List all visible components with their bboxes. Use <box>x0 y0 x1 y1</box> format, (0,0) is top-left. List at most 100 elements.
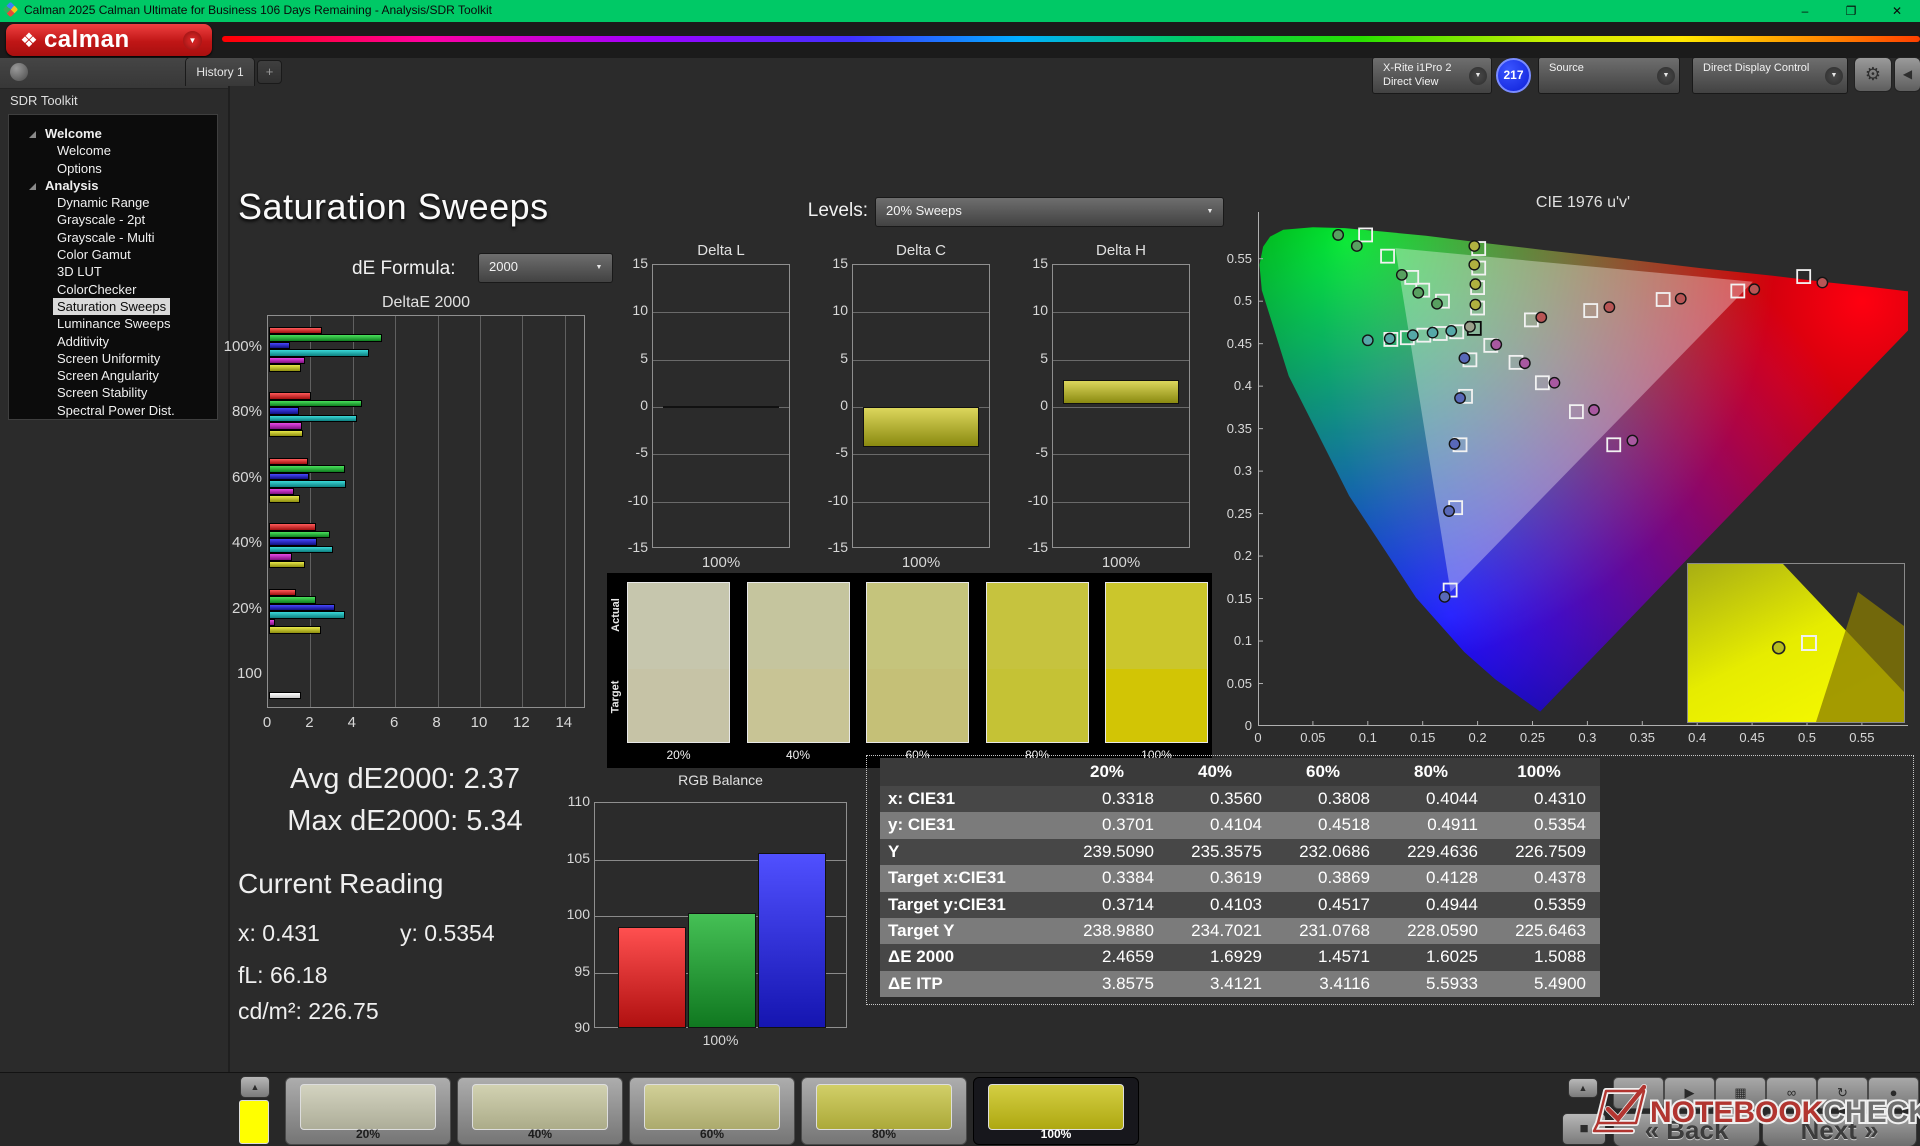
sidebar-item-spectral-power-dist-[interactable]: Spectral Power Dist. <box>9 402 217 419</box>
bar-green-60% <box>269 465 346 473</box>
sidebar-item-welcome[interactable]: Welcome <box>9 142 217 159</box>
sidebar-item-grayscale-multi[interactable]: Grayscale - Multi <box>9 229 217 246</box>
sidebar-item-label: Welcome <box>57 143 111 159</box>
bar-blue-40% <box>269 538 317 546</box>
x-label: 100% <box>901 554 941 571</box>
sidebar-item-welcome[interactable]: Welcome <box>9 125 217 142</box>
sidebar-item-analysis[interactable]: Analysis <box>9 177 217 194</box>
sidebar-item-luminance-sweeps[interactable]: Luminance Sweeps <box>9 315 217 332</box>
cell-value: 1.6929 <box>1210 947 1262 967</box>
chevron-down-icon[interactable]: ▼ <box>183 31 202 50</box>
cie-x-tick: 0.2 <box>1468 730 1487 745</box>
sidebar-item-label: Screen Angularity <box>57 368 159 384</box>
pattern-button-80%[interactable]: 80% <box>801 1077 967 1145</box>
bar-yellow-60% <box>269 495 300 503</box>
sidebar-item-label: Dynamic Range <box>57 195 150 211</box>
add-tab-button[interactable]: + <box>257 60 282 84</box>
maximize-button[interactable]: ❐ <box>1828 0 1874 22</box>
chevron-down-icon: ▼ <box>1825 66 1843 85</box>
levels-dropdown[interactable]: 20% Sweeps ▼ <box>875 197 1224 227</box>
chevron-down-icon: ▼ <box>1657 66 1675 85</box>
sidebar-item-label: Screen Stability <box>57 385 148 401</box>
sidebar-item-grayscale-2pt[interactable]: Grayscale - 2pt <box>9 211 217 228</box>
bar-blue-80% <box>269 407 299 415</box>
pattern-swatch <box>988 1084 1124 1130</box>
source-dropdown[interactable]: Source ▼ <box>1538 57 1680 94</box>
pattern-button-100%[interactable]: 100% <box>973 1077 1139 1145</box>
table-row: y: CIE31 0.3701 0.4104 0.4518 0.4911 0.5354 <box>880 812 1600 839</box>
de-formula-dropdown[interactable]: 2000 ▼ <box>478 253 613 283</box>
avg-de2000-stat: Avg dE2000: 2.37 <box>289 763 521 795</box>
cie-y-tick: 0.1 <box>1233 633 1252 649</box>
row-label: y: CIE31 <box>888 815 956 835</box>
reading-cdm2: cd/m²: 226.75 <box>238 998 379 1024</box>
pattern-button-20%[interactable]: 20% <box>285 1077 451 1145</box>
sidebar-item-screen-uniformity[interactable]: Screen Uniformity <box>9 350 217 367</box>
workflow-dot-icon[interactable] <box>10 63 28 81</box>
cie-x-tick: 0.4 <box>1688 730 1707 745</box>
sidebar-item-screen-angularity[interactable]: Screen Angularity <box>9 367 217 384</box>
x-label: 100% <box>1101 554 1141 571</box>
delta_h-bar <box>1063 379 1179 405</box>
calman-menu-button[interactable]: ❖ calman ▼ <box>6 24 212 56</box>
x-tick-label: 6 <box>390 714 399 731</box>
up-arrow-icon: ▲ <box>1578 1083 1588 1093</box>
cell-value: 0.4517 <box>1318 894 1370 914</box>
close-button[interactable]: ✕ <box>1874 0 1920 22</box>
y-tick-label: 90 <box>574 1019 590 1035</box>
pattern-button-60%[interactable]: 60% <box>629 1077 795 1145</box>
cie-y-tick: 0.2 <box>1233 548 1252 564</box>
pattern-button-40%[interactable]: 40% <box>457 1077 623 1145</box>
swatch-label: 20% <box>666 748 691 762</box>
expander-icon[interactable] <box>29 131 36 138</box>
minimize-button[interactable]: – <box>1782 0 1828 22</box>
delta_c-title: Delta C <box>895 242 947 259</box>
title-bar: Calman 2025 Calman Ultimate for Business… <box>0 0 1920 22</box>
bar-magenta-100% <box>269 356 306 364</box>
bar-magenta-20% <box>269 618 276 626</box>
gridline <box>1053 407 1189 408</box>
chevron-down-icon: ▼ <box>595 264 603 271</box>
y-tick-label: -5 <box>1035 444 1048 461</box>
y-group-label: 20% <box>231 599 262 617</box>
sidebar-item-3d-lut[interactable]: 3D LUT <box>9 263 217 280</box>
cell-value: 5.4900 <box>1534 973 1586 993</box>
row-label: Target x:CIE31 <box>888 868 1006 888</box>
sidebar-item-saturation-sweeps[interactable]: Saturation Sweeps <box>9 297 217 316</box>
sidebar-item-label: Luminance Sweeps <box>57 316 171 332</box>
bar-red <box>618 927 686 1028</box>
expander-icon[interactable] <box>29 182 36 190</box>
table-row: Target y:CIE31 0.3714 0.4103 0.4517 0.4944 0.… <box>880 891 1600 918</box>
cell-value: 239.5090 <box>1083 841 1154 861</box>
pattern-panel-up-button[interactable]: ▲ <box>240 1076 270 1098</box>
meter-dropdown[interactable]: X-Rite i1Pro 2 Direct View ▼ <box>1372 57 1492 94</box>
gridline <box>653 312 789 314</box>
y-tick-label: -15 <box>827 539 848 555</box>
y-tick-label: -10 <box>1027 491 1048 508</box>
sidebar-item-screen-stability[interactable]: Screen Stability <box>9 384 217 401</box>
swatch-100% <box>1105 582 1208 743</box>
panel-collapse-button[interactable]: ◀ <box>1894 57 1920 92</box>
display-control-dropdown[interactable]: Direct Display Control ▼ <box>1692 57 1848 94</box>
meter-count-badge[interactable]: 217 <box>1496 58 1531 93</box>
meter-label: X-Rite i1Pro 2 Direct View <box>1383 62 1452 88</box>
gridline <box>1053 501 1189 503</box>
x-tick-label: 8 <box>432 714 441 731</box>
current-pattern-swatch[interactable] <box>239 1100 269 1144</box>
sidebar-item-color-gamut[interactable]: Color Gamut <box>9 246 217 263</box>
sidebar-item-colorchecker[interactable]: ColorChecker <box>9 281 217 298</box>
gridline <box>853 359 989 361</box>
delta_c-bar <box>863 407 979 447</box>
sidebar-item-additivity[interactable]: Additivity <box>9 333 217 350</box>
cell-value: 234.7021 <box>1191 920 1262 940</box>
sidebar-item-options[interactable]: Options <box>9 160 217 177</box>
cell-value: 3.4121 <box>1210 973 1262 993</box>
settings-button[interactable]: ⚙ <box>1854 57 1892 92</box>
column-header: 40% <box>1197 762 1233 781</box>
bar-green <box>688 912 756 1028</box>
cell-value: 3.4116 <box>1319 973 1370 993</box>
cell-value: 0.5359 <box>1534 894 1586 914</box>
sidebar-item-dynamic-range[interactable]: Dynamic Range <box>9 194 217 211</box>
y-tick-label: 0 <box>840 397 848 413</box>
tab-history-1[interactable]: History 1 <box>185 57 255 86</box>
